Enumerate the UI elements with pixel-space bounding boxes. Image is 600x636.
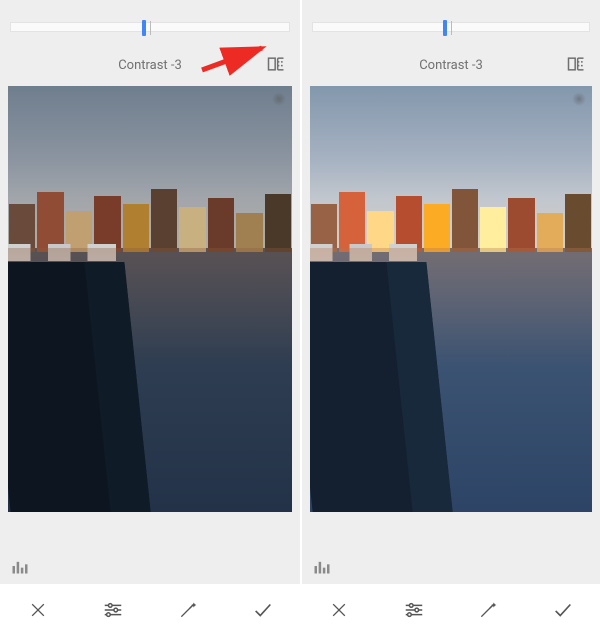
slider-thumb[interactable] [142, 20, 146, 36]
adjust-slider[interactable] [10, 22, 290, 32]
cancel-button[interactable] [319, 590, 359, 630]
histogram-icon[interactable] [10, 556, 30, 576]
histogram-row [302, 544, 600, 584]
histogram-icon[interactable] [312, 556, 332, 576]
magic-button[interactable] [168, 590, 208, 630]
compare-icon[interactable] [566, 54, 586, 74]
compare-icon[interactable] [266, 54, 286, 74]
editor-pane-right: Contrast -3 [300, 0, 600, 636]
bottom-toolbar [0, 584, 300, 636]
adjust-label-row: Contrast -3 [302, 48, 600, 82]
adjust-label-row: Contrast -3 [0, 48, 300, 82]
edited-photo[interactable] [8, 86, 292, 512]
histogram-row [0, 544, 300, 584]
tune-button[interactable] [394, 590, 434, 630]
edited-photo[interactable] [310, 86, 592, 512]
slider-area [302, 0, 600, 48]
photo-viewport [0, 82, 300, 544]
tune-button[interactable] [93, 590, 133, 630]
slider-area [0, 0, 300, 48]
slider-center-tick [150, 21, 151, 35]
magic-button[interactable] [468, 590, 508, 630]
adjust-label: Contrast -3 [419, 58, 483, 73]
confirm-button[interactable] [543, 590, 583, 630]
photo-viewport [302, 82, 600, 544]
cancel-button[interactable] [18, 590, 58, 630]
editor-pane-left: Contrast -3 [0, 0, 300, 636]
adjust-slider[interactable] [312, 22, 590, 32]
confirm-button[interactable] [243, 590, 283, 630]
bottom-toolbar [302, 584, 600, 636]
adjust-label: Contrast -3 [118, 58, 182, 73]
slider-center-tick [451, 21, 452, 35]
slider-thumb[interactable] [443, 20, 447, 36]
